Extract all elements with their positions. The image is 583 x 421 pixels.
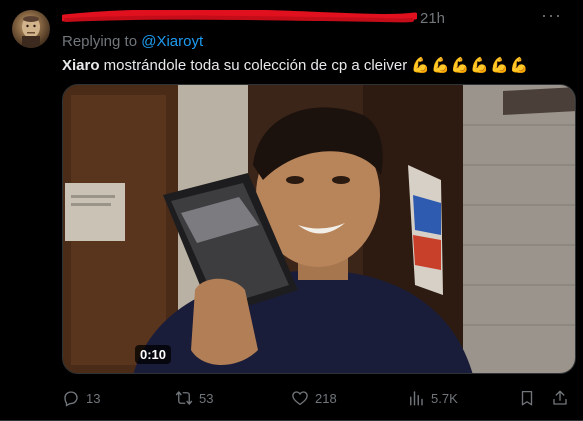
tweet-header: 21h ··· — [62, 5, 562, 29]
redacted-author-name — [62, 10, 417, 23]
replying-prefix: Replying to — [62, 33, 142, 50]
reply-button[interactable]: 13 — [62, 386, 100, 410]
more-dots-icon[interactable]: ··· — [541, 5, 562, 26]
views-button[interactable]: 5.7K — [407, 386, 458, 410]
like-button[interactable]: 218 — [291, 386, 337, 410]
views-chart-icon — [410, 391, 423, 406]
tweet-text-body: mostrándole toda su colección de cp a cl… — [99, 57, 412, 74]
avatar[interactable] — [12, 10, 50, 48]
reply-icon — [64, 391, 78, 407]
replying-to: Replying to @Xiaroyt — [62, 33, 203, 50]
video-duration: 0:10 — [135, 345, 172, 364]
tweet-text: Xiaro mostrándole toda su colección de c… — [62, 56, 529, 74]
tweet-text-bold: Xiaro — [62, 57, 100, 74]
reply-count: 13 — [86, 390, 101, 406]
replying-handle-link[interactable]: @Xiaroyt — [141, 33, 203, 50]
tweet-actions: 13 53 218 5.7K — [62, 386, 576, 410]
views-count: 5.7K — [431, 390, 458, 406]
flexed-biceps-emojis: 💪💪💪💪💪💪 — [411, 57, 530, 74]
like-count: 218 — [315, 390, 337, 406]
video-frame — [63, 85, 575, 373]
video-player[interactable]: 0:10 — [62, 84, 576, 374]
tweet[interactable]: 21h ··· Replying to @Xiaroyt Xiaro mostr… — [0, 0, 583, 421]
share-button[interactable] — [551, 386, 575, 410]
bookmark-icon — [521, 390, 533, 406]
retweet-count: 53 — [199, 390, 214, 406]
retweet-icon — [175, 391, 193, 405]
retweet-button[interactable]: 53 — [175, 386, 213, 410]
share-icon — [553, 390, 567, 405]
heart-icon — [292, 391, 308, 406]
tweet-timestamp[interactable]: 21h — [420, 10, 445, 27]
bookmark-button[interactable] — [518, 386, 542, 410]
